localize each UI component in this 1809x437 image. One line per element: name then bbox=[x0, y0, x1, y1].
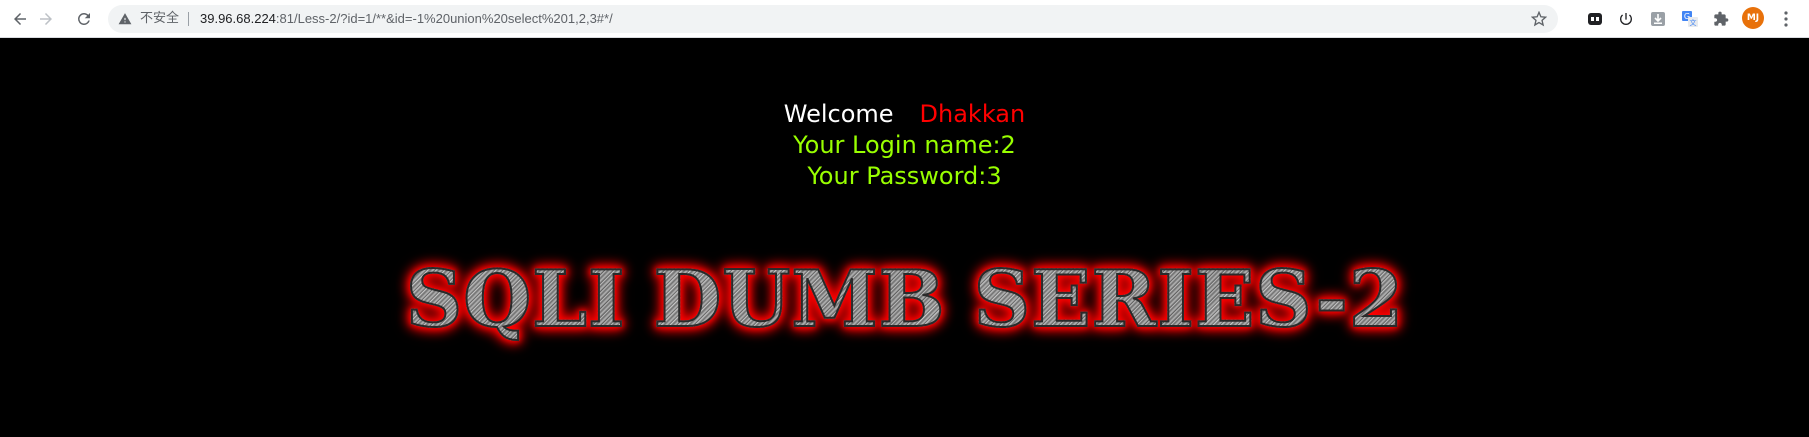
extension-tab-icon[interactable] bbox=[1585, 9, 1605, 29]
power-icon[interactable] bbox=[1616, 9, 1636, 29]
sqli-series-title-image: SQLI DUMB SERIES-2 bbox=[405, 250, 1405, 350]
page-content: Welcome Dhakkan Your Login name:2 Your Pa… bbox=[0, 38, 1809, 437]
login-name-text: Your Login name:2 bbox=[793, 131, 1016, 159]
address-bar[interactable]: 不安全 39.96.68.224:81/Less-2/?id=1/**&id=-… bbox=[108, 5, 1558, 33]
warning-icon[interactable] bbox=[117, 11, 133, 27]
omnibox-divider bbox=[188, 12, 189, 26]
bookmark-star-icon[interactable] bbox=[1530, 10, 1548, 28]
url-path: :81/Less-2/?id=1/**&id=-1%20union%20sele… bbox=[275, 11, 613, 26]
url-host: 39.96.68.224 bbox=[200, 11, 276, 26]
reload-icon bbox=[78, 13, 90, 25]
back-button[interactable] bbox=[7, 6, 33, 32]
welcome-message: Welcome Dhakkan bbox=[0, 98, 1809, 130]
forward-button[interactable] bbox=[33, 6, 59, 32]
url-text[interactable]: 39.96.68.224:81/Less-2/?id=1/**&id=-1%20… bbox=[200, 11, 613, 27]
download-icon[interactable] bbox=[1648, 9, 1668, 29]
password-text: Your Password:3 bbox=[807, 162, 1002, 190]
puzzle-icon[interactable] bbox=[1711, 9, 1731, 29]
security-label[interactable]: 不安全 bbox=[140, 11, 179, 27]
svg-text:文: 文 bbox=[1690, 18, 1697, 27]
title-image-text: SQLI DUMB SERIES-2 bbox=[405, 250, 1405, 350]
forward-icon bbox=[40, 13, 52, 25]
reload-button[interactable] bbox=[71, 6, 97, 32]
browser-toolbar: 不安全 39.96.68.224:81/Less-2/?id=1/**&id=-… bbox=[0, 0, 1809, 38]
welcome-label: Welcome bbox=[783, 100, 894, 128]
profile-avatar[interactable]: MJ bbox=[1742, 7, 1764, 29]
username-label: Dhakkan bbox=[919, 100, 1026, 128]
back-icon bbox=[14, 13, 26, 25]
translate-icon[interactable]: G文 bbox=[1680, 9, 1700, 29]
menu-icon[interactable] bbox=[1776, 9, 1796, 29]
